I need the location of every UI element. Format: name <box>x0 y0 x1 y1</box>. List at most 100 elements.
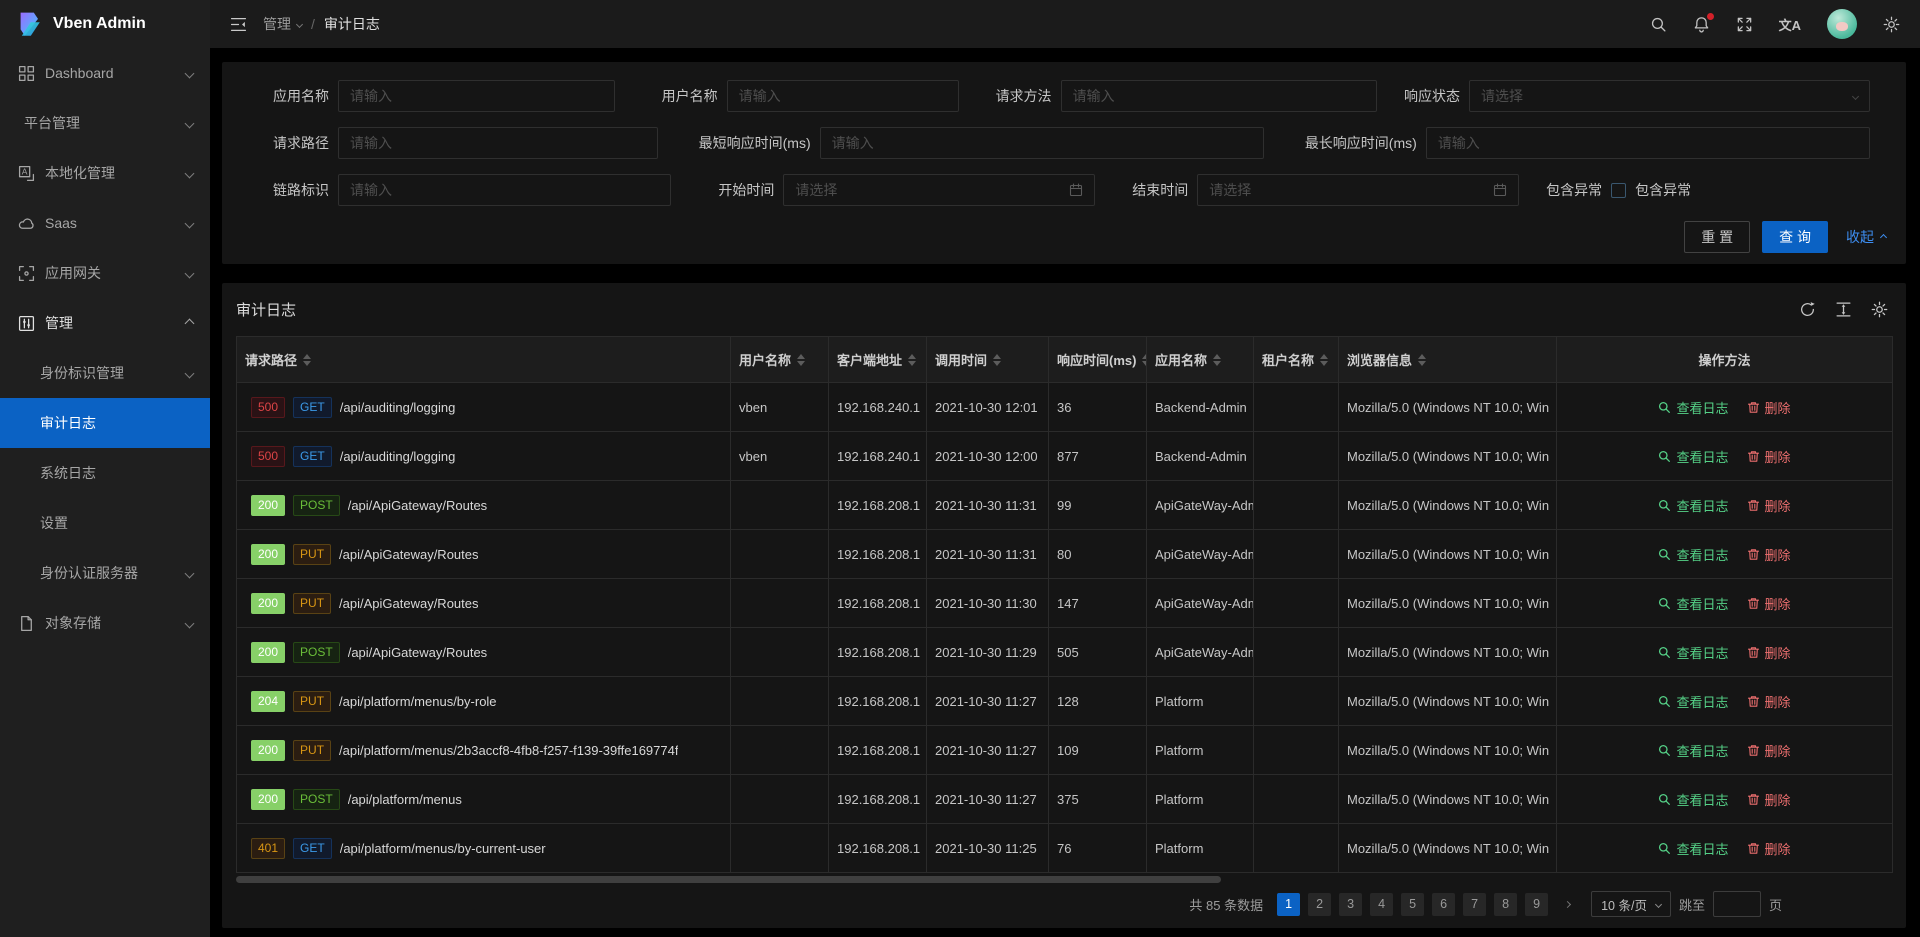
sort-carets-icon[interactable] <box>1213 354 1221 366</box>
sidebar-item-9[interactable]: 设置 <box>0 498 210 548</box>
table-row: 200POST/api/platform/menus192.168.208.12… <box>237 775 1893 824</box>
text-input[interactable] <box>338 174 671 206</box>
column-header-2[interactable]: 客户端地址 <box>829 337 927 383</box>
jump-page-input[interactable] <box>1713 891 1761 917</box>
column-header-7[interactable]: 浏览器信息 <box>1339 337 1557 383</box>
search-icon[interactable] <box>1650 16 1667 33</box>
delete-button[interactable]: 删除 <box>1747 545 1791 564</box>
sidebar-item-7[interactable]: 审计日志 <box>0 398 210 448</box>
notification-icon[interactable] <box>1693 16 1710 33</box>
cell-browser: Mozilla/5.0 (Windows NT 10.0; Win <box>1339 726 1557 775</box>
method-badge: GET <box>293 838 332 859</box>
view-log-button[interactable]: 查看日志 <box>1658 741 1728 760</box>
select-input[interactable]: 请选择 <box>1469 80 1870 112</box>
text-input[interactable] <box>338 127 658 159</box>
page-button-8[interactable]: 8 <box>1494 893 1517 916</box>
text-input[interactable] <box>820 127 1264 159</box>
delete-button[interactable]: 删除 <box>1747 594 1791 613</box>
sort-carets-icon[interactable] <box>303 354 311 366</box>
delete-button[interactable]: 删除 <box>1747 643 1791 662</box>
column-header-4[interactable]: 响应时间(ms) <box>1049 337 1147 383</box>
view-log-button[interactable]: 查看日志 <box>1658 643 1728 662</box>
avatar[interactable] <box>1827 9 1857 39</box>
page-button-7[interactable]: 7 <box>1463 893 1486 916</box>
date-input[interactable]: 请选择 <box>783 174 1095 206</box>
sort-carets-icon[interactable] <box>908 354 916 366</box>
sidebar-item-4[interactable]: 应用网关 <box>0 248 210 298</box>
search-button[interactable]: 查 询 <box>1762 221 1828 253</box>
sidebar-item-10[interactable]: 身份认证服务器 <box>0 548 210 598</box>
jump-label: 跳至 <box>1679 895 1705 914</box>
column-header-1[interactable]: 用户名称 <box>731 337 829 383</box>
sort-carets-icon[interactable] <box>797 354 805 366</box>
field-input[interactable] <box>1073 88 1365 104</box>
menu-fold-icon[interactable] <box>230 16 247 33</box>
column-height-icon[interactable] <box>1835 301 1852 318</box>
text-input[interactable] <box>727 80 959 112</box>
sort-carets-icon[interactable] <box>993 354 1001 366</box>
delete-button[interactable]: 删除 <box>1747 496 1791 515</box>
view-log-button[interactable]: 查看日志 <box>1658 545 1728 564</box>
view-log-button[interactable]: 查看日志 <box>1658 594 1728 613</box>
settings-gear-icon[interactable] <box>1883 16 1900 33</box>
view-log-button[interactable]: 查看日志 <box>1658 692 1728 711</box>
sort-carets-icon[interactable] <box>1320 354 1328 366</box>
field-input[interactable] <box>350 135 646 151</box>
delete-button[interactable]: 删除 <box>1747 790 1791 809</box>
sidebar-item-0[interactable]: Dashboard <box>0 48 210 98</box>
sidebar-item-5[interactable]: 管理 <box>0 298 210 348</box>
view-log-button[interactable]: 查看日志 <box>1658 790 1728 809</box>
page-button-1[interactable]: 1 <box>1277 893 1300 916</box>
sidebar-item-2[interactable]: A本地化管理 <box>0 148 210 198</box>
field-input[interactable] <box>350 88 603 104</box>
text-input[interactable] <box>1061 80 1377 112</box>
column-header-6[interactable]: 租户名称 <box>1254 337 1339 383</box>
page-button-9[interactable]: 9 <box>1525 893 1548 916</box>
date-input[interactable]: 请选择 <box>1197 174 1519 206</box>
collapse-toggle[interactable]: 收起 <box>1846 227 1886 247</box>
sidebar-item-8[interactable]: 系统日志 <box>0 448 210 498</box>
column-header-0[interactable]: 请求路径 <box>237 337 731 383</box>
column-header-3[interactable]: 调用时间 <box>927 337 1049 383</box>
horizontal-scrollbar[interactable] <box>236 876 1221 883</box>
request-path: /api/ApiGateway/Routes <box>339 596 478 611</box>
field-input[interactable] <box>350 182 659 198</box>
locale-icon[interactable]: 文A <box>1779 15 1801 34</box>
sidebar-item-11[interactable]: 对象存储 <box>0 598 210 648</box>
page-size-select[interactable]: 10 条/页 <box>1591 891 1671 917</box>
field-input[interactable] <box>832 135 1252 151</box>
page-button-3[interactable]: 3 <box>1339 893 1362 916</box>
app-logo[interactable]: Vben Admin <box>0 0 210 48</box>
text-input[interactable] <box>338 80 615 112</box>
delete-button[interactable]: 删除 <box>1747 741 1791 760</box>
fullscreen-icon[interactable] <box>1736 16 1753 33</box>
field-input[interactable] <box>1438 135 1858 151</box>
table-settings-gear-icon[interactable] <box>1871 301 1888 318</box>
page-button-6[interactable]: 6 <box>1432 893 1455 916</box>
page-button-4[interactable]: 4 <box>1370 893 1393 916</box>
delete-button[interactable]: 删除 <box>1747 692 1791 711</box>
view-log-button[interactable]: 查看日志 <box>1658 839 1728 858</box>
view-log-button[interactable]: 查看日志 <box>1658 447 1728 466</box>
sort-carets-icon[interactable] <box>1142 354 1146 366</box>
column-header-5[interactable]: 应用名称 <box>1147 337 1254 383</box>
sidebar-item-3[interactable]: Saas <box>0 198 210 248</box>
sidebar-item-6[interactable]: 身份标识管理 <box>0 348 210 398</box>
page-button-5[interactable]: 5 <box>1401 893 1424 916</box>
include-exception-checkbox[interactable] <box>1611 183 1626 198</box>
next-page-button[interactable] <box>1556 893 1579 916</box>
text-input[interactable] <box>1426 127 1870 159</box>
sidebar-item-label: 应用网关 <box>45 263 101 283</box>
refresh-icon[interactable] <box>1799 301 1816 318</box>
sort-carets-icon[interactable] <box>1418 354 1426 366</box>
field-input[interactable] <box>739 88 947 104</box>
delete-button[interactable]: 删除 <box>1747 398 1791 417</box>
view-log-button[interactable]: 查看日志 <box>1658 398 1728 417</box>
sidebar-item-1[interactable]: 平台管理 <box>0 98 210 148</box>
delete-button[interactable]: 删除 <box>1747 839 1791 858</box>
reset-button[interactable]: 重 置 <box>1684 221 1750 253</box>
view-log-button[interactable]: 查看日志 <box>1658 496 1728 515</box>
breadcrumb-root[interactable]: 管理 <box>263 14 302 34</box>
page-button-2[interactable]: 2 <box>1308 893 1331 916</box>
delete-button[interactable]: 删除 <box>1747 447 1791 466</box>
